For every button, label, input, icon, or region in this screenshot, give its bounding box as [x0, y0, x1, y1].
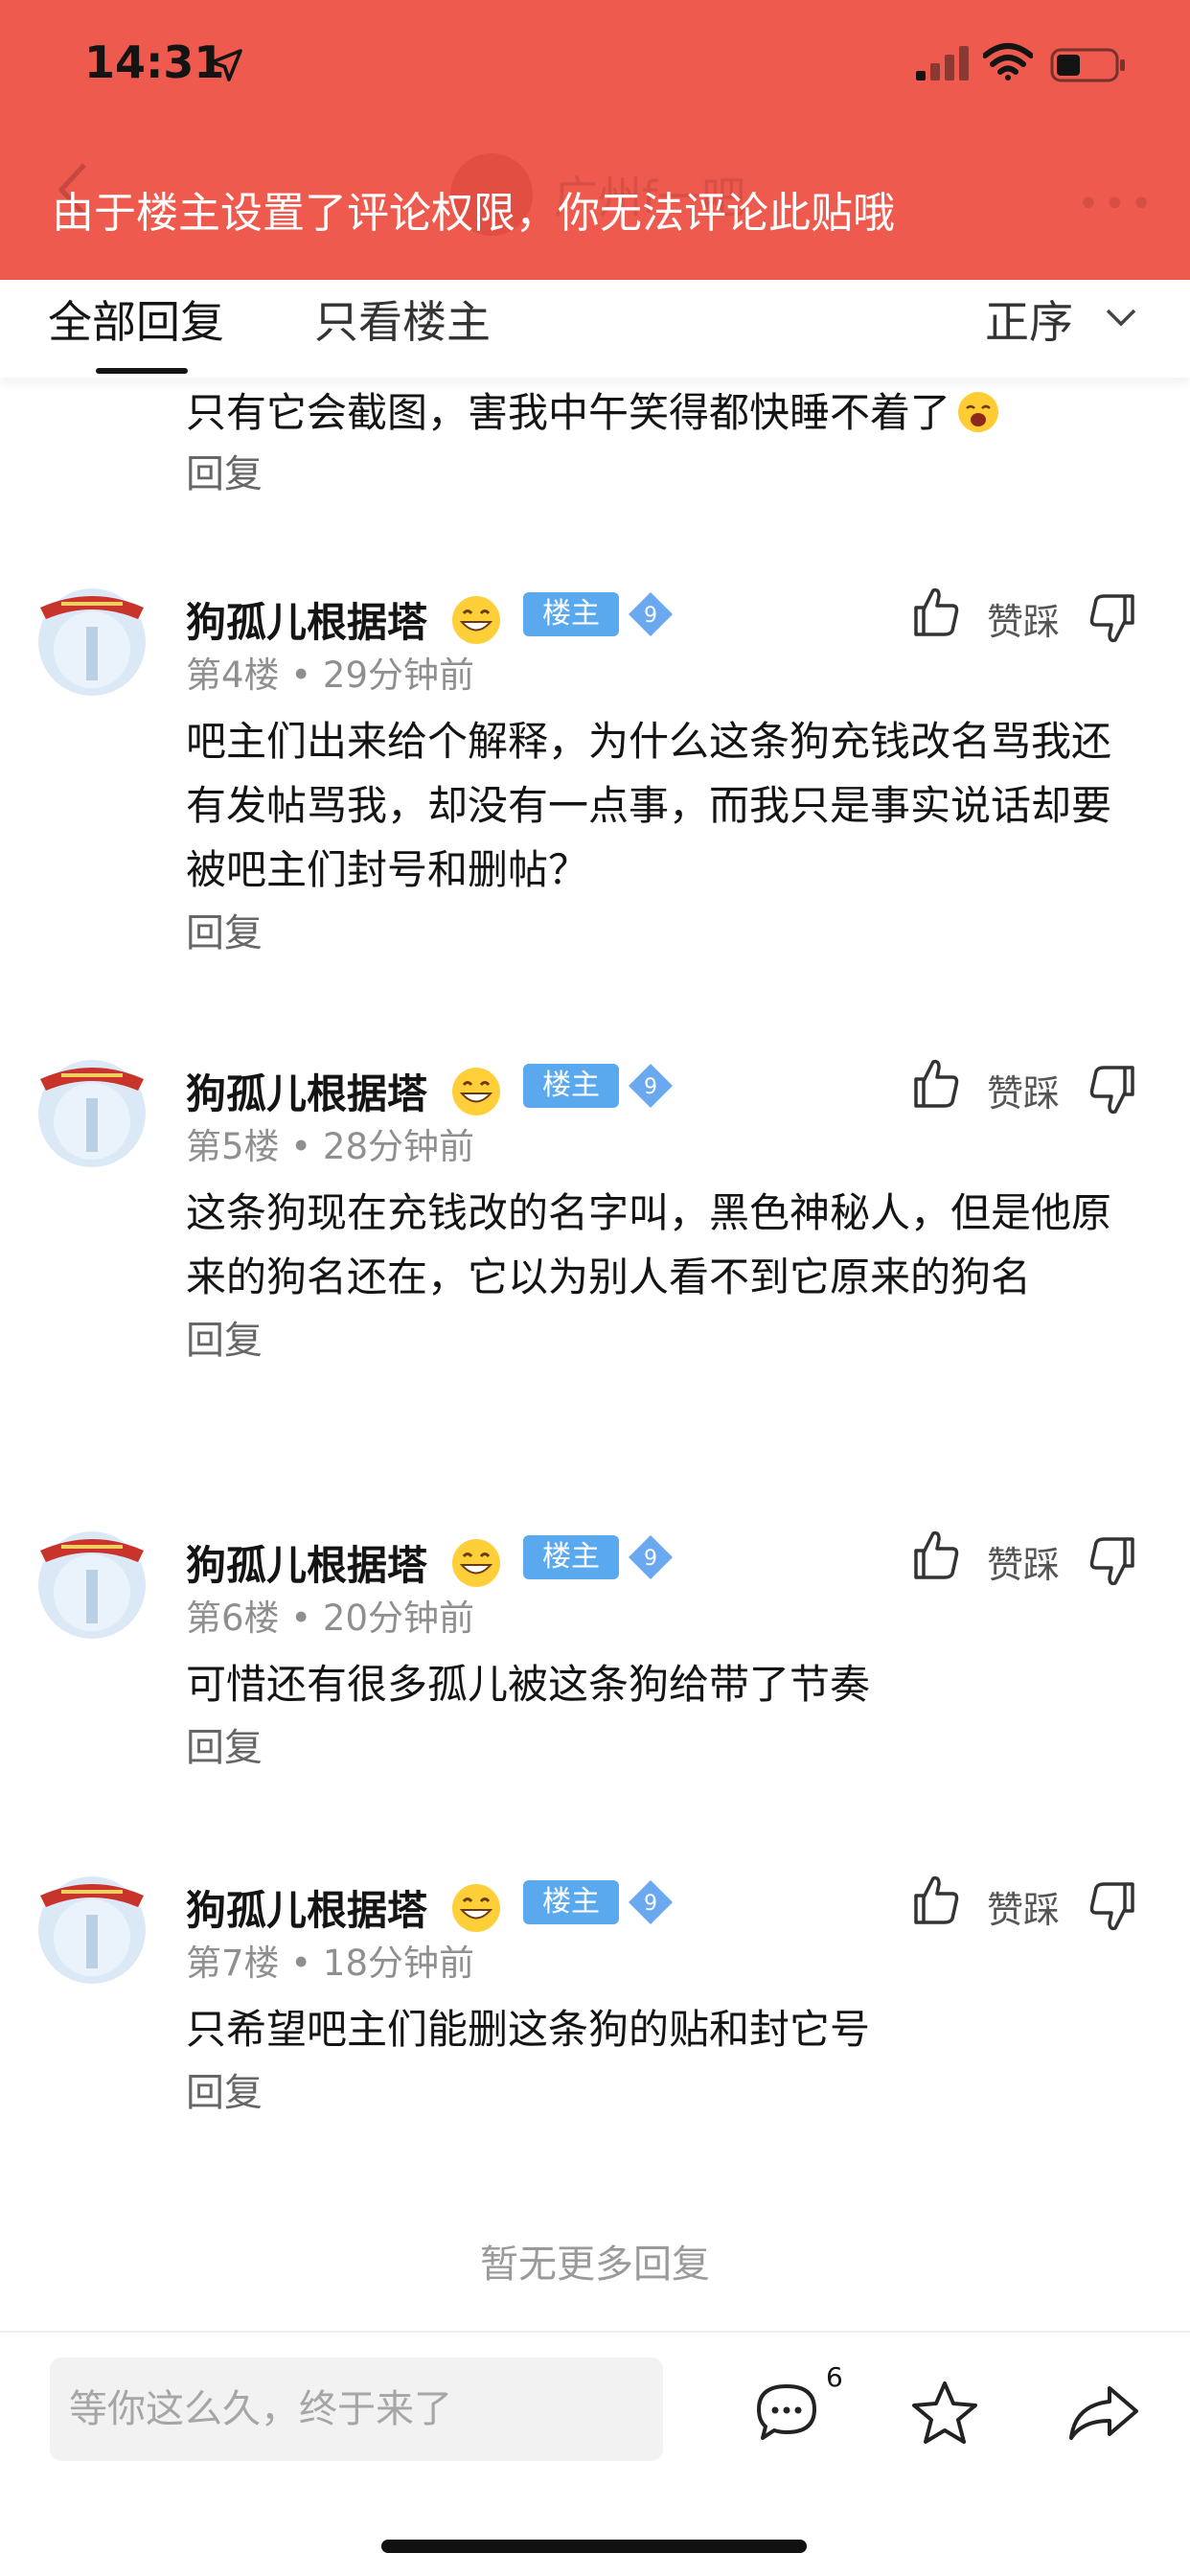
signal-icon: [916, 46, 969, 80]
message-icon[interactable]: [755, 2382, 818, 2442]
thumb-down-icon[interactable]: [1088, 1535, 1138, 1589]
grin-emoji-icon: [452, 1884, 500, 1932]
reply-button[interactable]: 回复: [186, 902, 1125, 966]
level-number: 9: [644, 1075, 657, 1099]
battery-icon: [1050, 48, 1125, 82]
owner-badge: 楼主: [523, 1535, 619, 1579]
thumb-up-icon[interactable]: [910, 1056, 960, 1110]
level-number: 9: [644, 1892, 657, 1916]
vote-label: 赞踩: [987, 1544, 1061, 1586]
vote-label: 赞踩: [987, 1889, 1061, 1931]
reply-button[interactable]: 回复: [186, 1716, 1125, 1781]
post-time: 28分钟前: [322, 1126, 474, 1167]
tab-owner-only[interactable]: 只看楼主: [314, 288, 491, 351]
post-meta: 第5楼 • 28分钟前: [186, 1126, 474, 1167]
floor-number: 第4楼: [186, 655, 280, 696]
comment-input[interactable]: [50, 2358, 663, 2461]
bottom-action-bar: 6: [0, 2331, 1190, 2576]
post-body: 只希望吧主们能删这条狗的贴和封它号 回复: [186, 1997, 1125, 2126]
reply-button[interactable]: 回复: [186, 1309, 1125, 1373]
avatar[interactable]: [33, 1867, 151, 1986]
avatar[interactable]: [33, 1050, 151, 1169]
thumb-down-icon[interactable]: [1088, 1064, 1138, 1117]
post-body: 可惜还有很多孤儿被这条狗给带了节奏 回复: [186, 1652, 1125, 1781]
home-indicator: [381, 2540, 807, 2553]
username[interactable]: 狗孤儿根据塔: [186, 1533, 427, 1592]
username[interactable]: 狗孤儿根据塔: [186, 1062, 427, 1120]
owner-badge: 楼主: [523, 592, 619, 636]
wifi-icon: [983, 43, 1033, 80]
level-number: 9: [644, 604, 657, 628]
owner-badge: 楼主: [523, 1064, 619, 1108]
location-arrow-icon: [210, 49, 242, 81]
sort-order-button[interactable]: 正序: [985, 288, 1073, 351]
grin-emoji-icon: [452, 1539, 500, 1587]
post-body: 这条狗现在充钱改的名字叫，黑色神秘人，但是他原来的狗名还在，它以为别人看不到它原…: [186, 1181, 1125, 1373]
reply-tabs: 全部回复 只看楼主 正序: [0, 280, 1190, 378]
grin-emoji-icon: [452, 1068, 500, 1116]
partial-post-text: 只有它会截图，害我中午笑得都快睡不着了: [186, 389, 951, 436]
more-icon[interactable]: •••: [1077, 182, 1156, 226]
thumb-up-icon[interactable]: [910, 1873, 960, 1926]
tab-all-replies[interactable]: 全部回复: [48, 288, 224, 351]
thumb-up-icon[interactable]: [910, 1528, 960, 1581]
post-text: 只希望吧主们能删这条狗的贴和封它号: [186, 2006, 871, 2053]
level-number: 9: [644, 1547, 657, 1571]
status-time: 14:31: [84, 36, 225, 88]
grin-emoji-icon: [452, 596, 500, 644]
active-tab-indicator: [96, 368, 188, 374]
level-badge-icon: 9: [629, 1064, 673, 1108]
permission-notice-text: 由于楼主设置了评论权限，你无法评论此贴哦: [52, 189, 895, 238]
vote-label: 赞踩: [987, 601, 1061, 643]
share-icon[interactable]: [1067, 2384, 1140, 2442]
thumb-down-icon[interactable]: [1088, 1880, 1138, 1934]
thumb-down-icon[interactable]: [1088, 592, 1138, 646]
post-meta: 第6楼 • 20分钟前: [186, 1598, 474, 1639]
partial-post-body: 只有它会截图，害我中午笑得都快睡不着了: [186, 383, 1000, 443]
chevron-down-icon[interactable]: [1102, 303, 1140, 332]
post-time: 20分钟前: [322, 1598, 474, 1639]
level-badge-icon: 9: [629, 1535, 673, 1579]
post-meta: 第4楼 • 29分钟前: [186, 655, 474, 696]
no-more-replies: 暂无更多回复: [480, 2242, 710, 2287]
username[interactable]: 狗孤儿根据塔: [186, 590, 427, 649]
post-body: 吧主们出来给个解释，为什么这条狗充钱改名骂我还有发帖骂我，却没有一点事，而我只是…: [186, 709, 1125, 966]
post-text: 这条狗现在充钱改的名字叫，黑色神秘人，但是他原来的狗名还在，它以为别人看不到它原…: [186, 1189, 1112, 1300]
thumb-up-icon[interactable]: [910, 585, 960, 638]
post-text: 可惜还有很多孤儿被这条狗给带了节奏: [186, 1661, 871, 1708]
star-icon[interactable]: [910, 2379, 979, 2446]
post-meta: 第7楼 • 18分钟前: [186, 1943, 474, 1984]
username[interactable]: 狗孤儿根据塔: [186, 1878, 427, 1937]
owner-badge: 楼主: [523, 1880, 619, 1924]
level-badge-icon: 9: [629, 1880, 673, 1924]
vote-label: 赞踩: [987, 1072, 1061, 1115]
reply-button[interactable]: 回复: [186, 2061, 1125, 2126]
floor-number: 第6楼: [186, 1598, 280, 1639]
floor-number: 第5楼: [186, 1126, 280, 1167]
permission-notice-banner: 14:31 广州f一吧 ••• 由于楼主设置了评论权限，你无法评论此贴哦: [0, 0, 1190, 280]
comment-count: 6: [826, 2361, 843, 2393]
post-text: 吧主们出来给个解释，为什么这条狗充钱改名骂我还有发帖骂我，却没有一点事，而我只是…: [186, 718, 1112, 893]
post-time: 18分钟前: [322, 1943, 474, 1984]
reply-button[interactable]: 回复: [186, 443, 263, 498]
avatar[interactable]: [33, 579, 151, 698]
post-time: 29分钟前: [322, 655, 474, 696]
level-badge-icon: 9: [629, 592, 673, 636]
laughing-emoji-icon: [958, 392, 999, 432]
floor-number: 第7楼: [186, 1943, 280, 1984]
avatar[interactable]: [33, 1522, 151, 1641]
